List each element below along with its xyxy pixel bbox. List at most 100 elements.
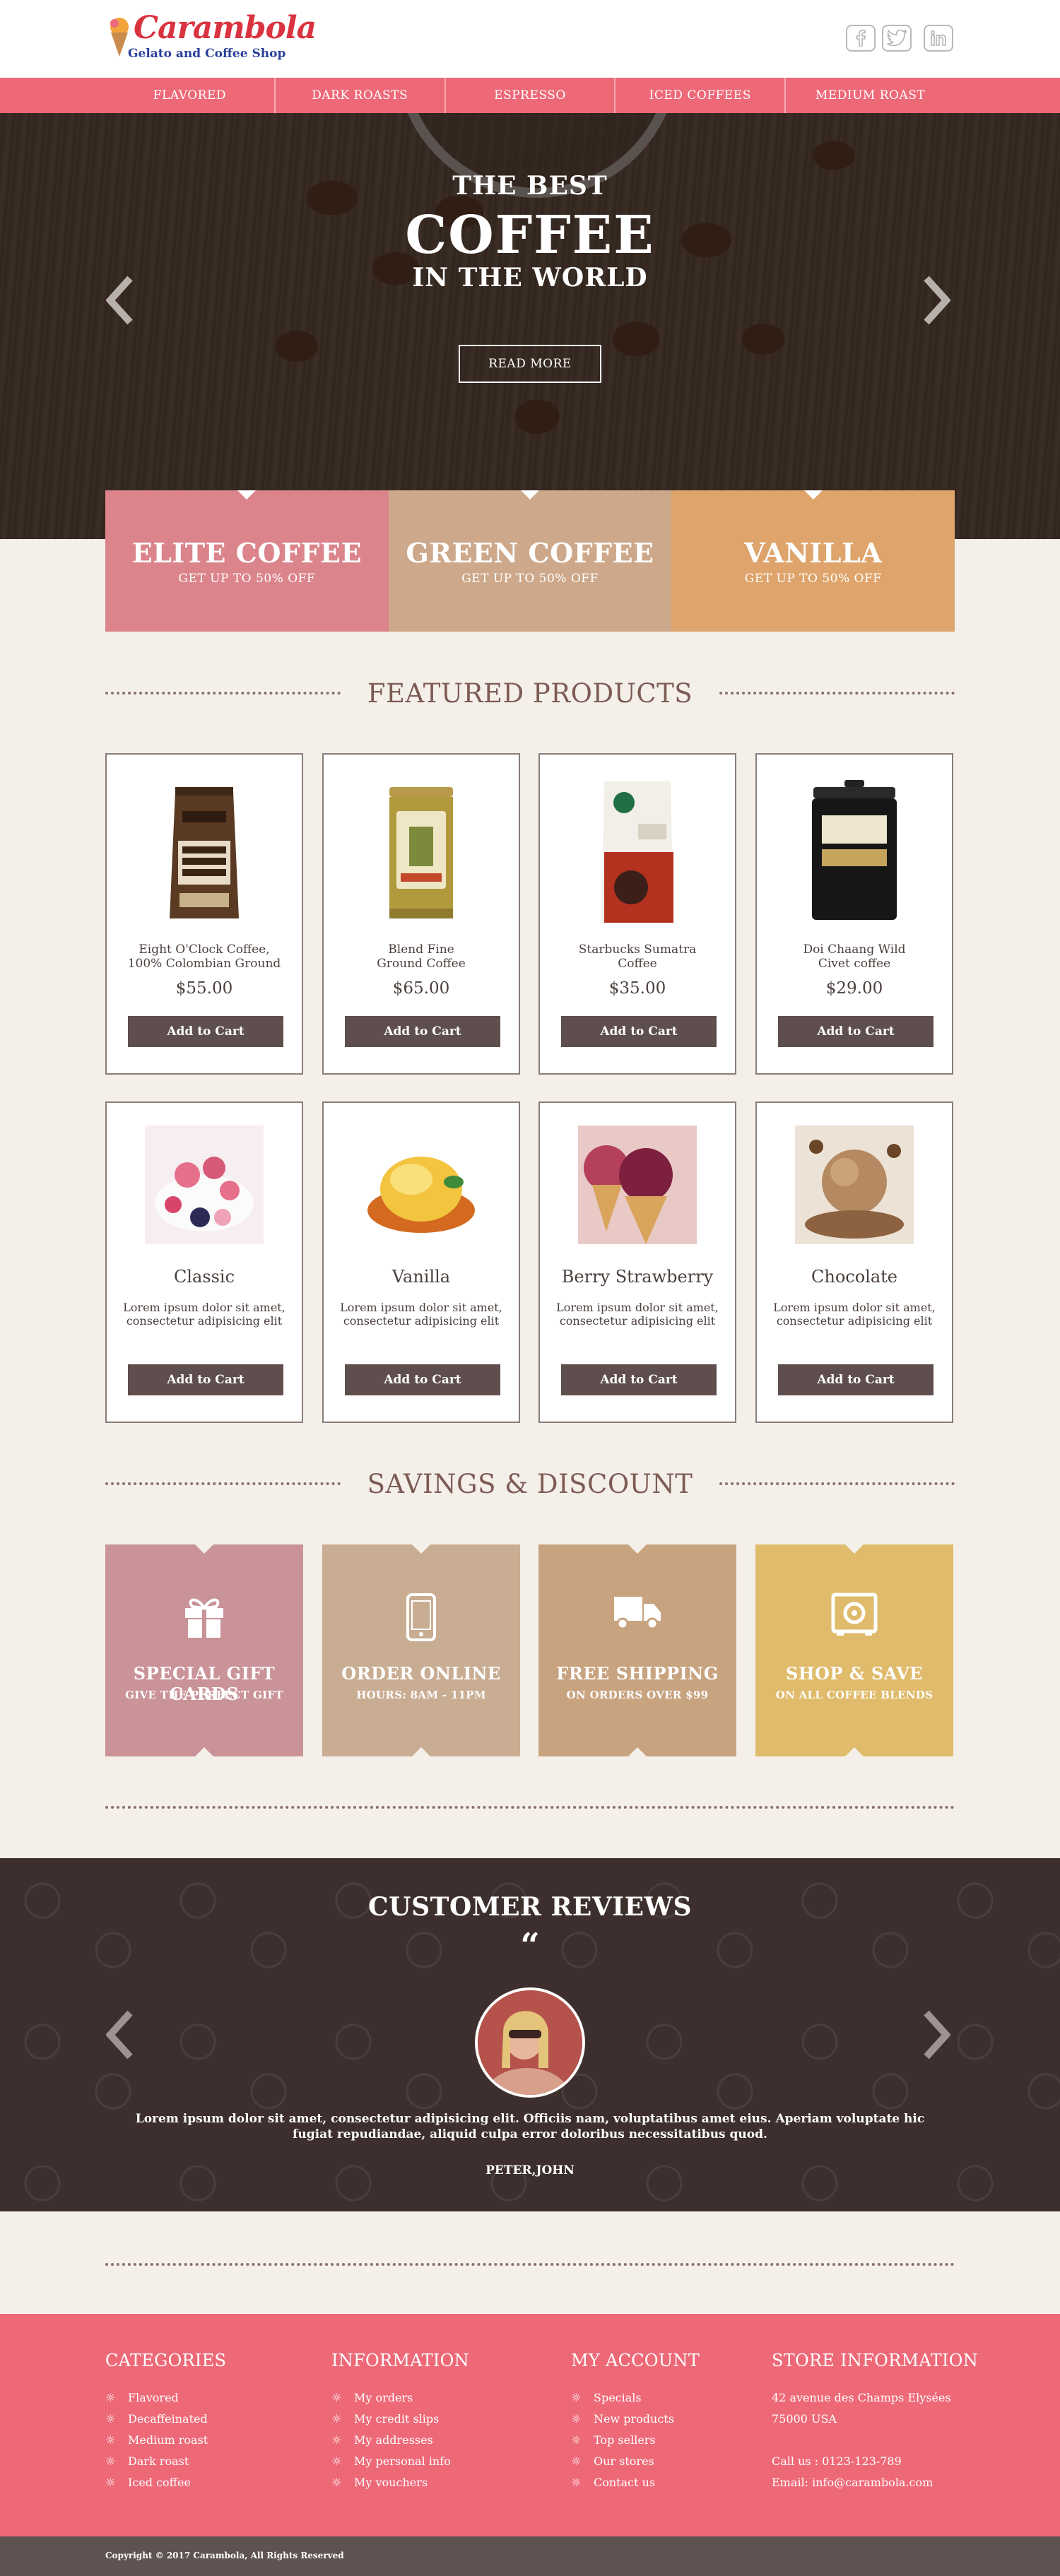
twitter-icon (887, 30, 907, 47)
footer-link[interactable]: ☼ My credit slips (331, 2409, 469, 2430)
chevron-right-icon[interactable] (922, 276, 950, 325)
berry-strawberry-gelato-image[interactable] (578, 1125, 697, 1244)
nav-item-medium-roast[interactable]: MEDIUM ROAST (784, 78, 955, 113)
chevron-right-icon[interactable] (922, 2010, 950, 2060)
reviewer-photo (478, 1990, 582, 2095)
savings-free-shipping[interactable]: FREE SHIPPING ON ORDERS OVER $99 (538, 1544, 736, 1756)
box-notch (412, 1747, 430, 1756)
linkedin-link[interactable] (924, 25, 953, 52)
footer-link[interactable]: ☼ My vouchers (331, 2472, 469, 2493)
customer-reviews-section: CUSTOMER REVIEWS “ Lorem ipsum dolor sit… (0, 1858, 1060, 2211)
footer-link[interactable]: ☼ Dark roast (105, 2451, 226, 2472)
box-notch (195, 1544, 213, 1554)
chevron-left-icon[interactable] (106, 276, 134, 325)
coffee-tin-image[interactable] (805, 777, 904, 926)
savings-subtitle: GIVE THE PERFECT GIFT (125, 1689, 283, 1701)
nav-item-espresso[interactable]: ESPRESSO (444, 78, 615, 113)
footer-link[interactable]: ☼ Medium roast (105, 2430, 226, 2451)
coffee-bag-image[interactable] (599, 774, 676, 926)
product-name-line-1: Doi Chaang Wild (803, 943, 906, 957)
bullet-icon: ☼ (105, 2433, 116, 2447)
add-to-cart-button[interactable]: Add to Cart (778, 1016, 934, 1047)
promo-notch (521, 490, 539, 500)
product-price: $65.00 (392, 979, 450, 998)
footer-link[interactable]: ☼ Top sellers (571, 2430, 700, 2451)
chocolate-gelato-image[interactable] (795, 1125, 914, 1244)
footer-link-label: My vouchers (354, 2476, 428, 2489)
product-card: Vanilla Lorem ipsum dolor sit amet, cons… (322, 1101, 520, 1423)
add-to-cart-button[interactable]: Add to Cart (561, 1016, 717, 1047)
footer-link[interactable]: ☼ Decaffeinated (105, 2409, 226, 2430)
copyright-bar: Copyright © 2017 Carambola, All Rights R… (0, 2536, 1060, 2576)
nav-item-dark-roasts[interactable]: DARK ROASTS (273, 78, 444, 113)
bullet-icon: ☼ (105, 2391, 116, 2404)
footer-link[interactable]: ☼ Our stores (571, 2451, 700, 2472)
footer-link-label: Medium roast (128, 2433, 208, 2447)
promo-notch (803, 490, 823, 500)
add-to-cart-button[interactable]: Add to Cart (128, 1016, 283, 1047)
footer-link[interactable]: ☼ New products (571, 2409, 700, 2430)
footer-information: INFORMATION ☼ My orders ☼ My credit slips … (331, 2351, 469, 2493)
promo-vanilla[interactable]: VANILLA GET UP TO 50% OFF (671, 490, 955, 632)
footer-my-account: MY ACCOUNT ☼ Specials ☼ New products ☼ Top … (571, 2351, 700, 2493)
twitter-link[interactable] (882, 25, 912, 52)
box-notch (845, 1747, 864, 1756)
savings-shop-and-save[interactable]: SHOP & SAVE ON ALL COFFEE BLENDS (755, 1544, 953, 1756)
nav-item-flavored[interactable]: FLAVORED (105, 78, 274, 113)
hero-line-1: THE BEST (452, 171, 608, 201)
footer-link-label: Contact us (594, 2476, 656, 2489)
footer-link-label: Flavored (128, 2391, 179, 2404)
dotted-divider (105, 1482, 341, 1485)
add-to-cart-button[interactable]: Add to Cart (778, 1364, 934, 1395)
footer-link-label: Dark roast (128, 2454, 189, 2468)
footer-link[interactable]: ☼ Specials (571, 2387, 700, 2409)
product-name-line-2: 100% Colombian Ground (127, 957, 281, 971)
footer-link[interactable]: ☼ Iced coffee (105, 2472, 226, 2493)
product-name-line-2: Ground Coffee (377, 957, 466, 971)
footer-link[interactable]: ☼ My orders (331, 2387, 469, 2409)
bullet-icon: ☼ (571, 2391, 582, 2404)
add-to-cart-button[interactable]: Add to Cart (345, 1364, 500, 1395)
savings-gift-cards[interactable]: SPECIAL GIFT CARDS GIVE THE PERFECT GIFT (105, 1544, 303, 1756)
dotted-divider (719, 692, 955, 695)
footer-store-information: STORE INFORMATION 42 avenue des Champs E… (772, 2351, 978, 2493)
bullet-icon: ☼ (571, 2476, 582, 2489)
add-to-cart-button[interactable]: Add to Cart (345, 1016, 500, 1047)
coffee-tin-image[interactable] (382, 777, 460, 926)
bullet-icon: ☼ (331, 2433, 342, 2447)
chevron-left-icon[interactable] (106, 2010, 134, 2060)
footer-categories: CATEGORIES ☼ Flavored ☼ Decaffeinated ☼ Med… (105, 2351, 226, 2493)
bullet-icon: ☼ (331, 2454, 342, 2468)
promo-title: VANILLA (744, 536, 883, 569)
section-title: SAVINGS & DISCOUNT (367, 1468, 693, 1499)
footer-link[interactable]: ☼ My personal info (331, 2451, 469, 2472)
add-to-cart-button[interactable]: Add to Cart (128, 1364, 283, 1395)
classic-gelato-image[interactable] (145, 1125, 264, 1244)
footer-link[interactable]: ☼ Contact us (571, 2472, 700, 2493)
read-more-button[interactable]: READ MORE (459, 345, 601, 383)
coffee-bag-image[interactable] (165, 777, 243, 926)
savings-subtitle: ON ALL COFFEE BLENDS (775, 1689, 934, 1701)
vanilla-gelato-image[interactable] (362, 1125, 481, 1244)
savings-heading: SAVINGS & DISCOUNT (105, 1466, 955, 1501)
product-card: Starbucks Sumatra Coffee $35.00 Add to C… (538, 753, 736, 1075)
footer-link[interactable]: ☼ My addresses (331, 2430, 469, 2451)
promo-elite-coffee[interactable]: ELITE COFFEE GET UP TO 50% OFF (105, 490, 389, 632)
linkedin-icon (930, 30, 946, 46)
footer-link[interactable]: ☼ Flavored (105, 2387, 226, 2409)
facebook-link[interactable] (846, 25, 876, 52)
avatar (475, 1987, 585, 2098)
product-card: Chocolate Lorem ipsum dolor sit amet, co… (755, 1101, 953, 1423)
promo-subtitle: GET UP TO 50% OFF (461, 571, 599, 586)
footer-heading: MY ACCOUNT (571, 2351, 700, 2370)
add-to-cart-button[interactable]: Add to Cart (561, 1364, 717, 1395)
bullet-icon: ☼ (331, 2476, 342, 2489)
savings-order-online[interactable]: ORDER ONLINE HOURS: 8AM - 11PM (322, 1544, 520, 1756)
box-notch (628, 1747, 647, 1756)
nav-item-iced-coffees[interactable]: ICED COFFEES (614, 78, 784, 113)
logo[interactable]: Carambola Gelato and Coffee Shop (105, 10, 317, 68)
product-desc-line-1: Lorem ipsum dolor sit amet, (123, 1301, 285, 1314)
promo-green-coffee[interactable]: GREEN COFFEE GET UP TO 50% OFF (388, 490, 672, 632)
store-email[interactable]: Email: info@carambola.com (772, 2472, 978, 2493)
footer-link-label: New products (594, 2412, 674, 2426)
